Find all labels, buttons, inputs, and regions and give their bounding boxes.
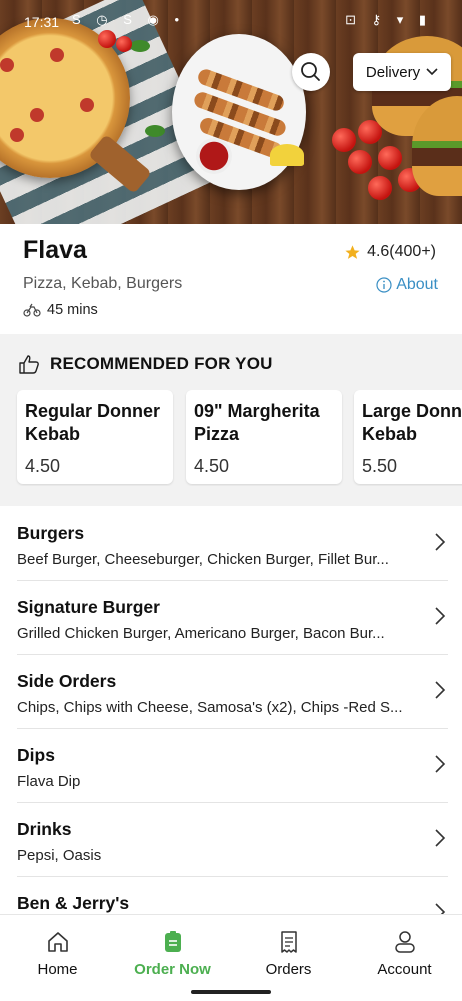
system-icons: ⊡ ⚷ ▾ ▮ <box>345 12 432 27</box>
delivery-mode-label: Delivery <box>365 63 421 81</box>
about-label: About <box>396 276 438 293</box>
recommended-item-price: 5.50 <box>362 456 398 476</box>
category-row-burgers[interactable]: Burgers Beef Burger, Cheeseburger, Chick… <box>0 507 462 581</box>
search-button[interactable] <box>292 53 330 91</box>
chevron-down-icon <box>426 68 438 76</box>
nav-item-account[interactable]: Account <box>347 915 462 985</box>
category-items: Chips, Chips with Cheese, Samosa's (x2),… <box>17 699 403 716</box>
chevron-right-icon <box>435 681 446 699</box>
category-items: Grilled Chicken Burger, Americano Burger… <box>17 625 385 642</box>
thumbs-up-icon <box>19 355 39 374</box>
recommended-card[interactable]: 09" Margherita Pizza 4.50 <box>186 390 342 484</box>
nav-label: Order Now <box>134 961 211 978</box>
delivery-eta: 45 mins <box>23 302 98 318</box>
recommended-item-price: 4.50 <box>25 456 61 476</box>
category-items: Pepsi, Oasis <box>17 847 102 864</box>
status-time: 17:31 <box>24 14 60 30</box>
order-icon <box>164 931 181 952</box>
search-icon <box>301 62 320 81</box>
rider-icon <box>23 303 41 317</box>
category-name: Side Orders <box>17 671 117 691</box>
notification-icons: S ◷ S ◉ • <box>72 12 186 27</box>
chevron-right-icon <box>435 607 446 625</box>
nav-item-home[interactable]: Home <box>0 915 115 985</box>
category-items: Flava Dip <box>17 773 81 790</box>
category-row-signature-burger[interactable]: Signature Burger Grilled Chicken Burger,… <box>0 581 462 655</box>
recommended-item-name: Regular Donner Kebab <box>25 401 161 444</box>
category-name: Burgers <box>17 523 85 543</box>
status-bar: 17:31 S ◷ S ◉ • ⊡ ⚷ ▾ ▮ <box>0 0 462 44</box>
category-row-side-orders[interactable]: Side Orders Chips, Chips with Cheese, Sa… <box>0 655 462 729</box>
nav-label: Account <box>377 961 432 978</box>
category-name: Ben & Jerry's <box>17 893 130 913</box>
about-link[interactable]: About <box>376 276 438 294</box>
category-row-dips[interactable]: Dips Flava Dip <box>0 729 462 803</box>
chevron-right-icon <box>435 829 446 847</box>
category-row-drinks[interactable]: Drinks Pepsi, Oasis <box>0 803 462 877</box>
gesture-home-bar[interactable] <box>191 990 271 994</box>
chevron-right-icon <box>435 755 446 773</box>
restaurant-name: Flava <box>23 236 87 264</box>
delivery-eta-text: 45 mins <box>47 302 98 318</box>
recommended-item-name: 09" Margherita Pizza <box>194 401 320 444</box>
recommended-header: RECOMMENDED FOR YOU <box>18 354 273 374</box>
nav-item-orders[interactable]: Orders <box>231 915 346 985</box>
recommended-card[interactable]: Large Donn Kebab 5.50 <box>354 390 462 484</box>
rating-text: 4.6(400+) <box>367 243 436 260</box>
account-icon <box>394 931 415 953</box>
star-icon <box>345 244 360 259</box>
receipt-icon <box>280 931 297 953</box>
category-name: Signature Burger <box>17 597 160 617</box>
nav-item-order-now[interactable]: Order Now <box>115 915 230 985</box>
home-icon <box>47 932 68 952</box>
delivery-mode-dropdown[interactable]: Delivery <box>353 53 451 91</box>
restaurant-cuisines: Pizza, Kebab, Burgers <box>23 275 183 292</box>
chevron-right-icon <box>435 533 446 551</box>
bottom-navigation: Home Order Now Orders Account <box>0 914 462 1001</box>
info-icon <box>376 277 392 293</box>
category-items: Beef Burger, Cheeseburger, Chicken Burge… <box>17 551 389 568</box>
recommended-carousel[interactable]: Regular Donner Kebab 4.50 09" Margherita… <box>0 390 462 486</box>
recommended-title: RECOMMENDED FOR YOU <box>50 354 273 373</box>
recommended-item-name: Large Donn Kebab <box>362 401 462 444</box>
nav-label: Orders <box>265 961 312 978</box>
recommended-card[interactable]: Regular Donner Kebab 4.50 <box>17 390 173 484</box>
category-name: Dips <box>17 745 55 765</box>
restaurant-rating: 4.6(400+) <box>344 243 436 261</box>
nav-label: Home <box>37 961 78 978</box>
category-name: Drinks <box>17 819 72 839</box>
recommended-item-price: 4.50 <box>194 456 230 476</box>
